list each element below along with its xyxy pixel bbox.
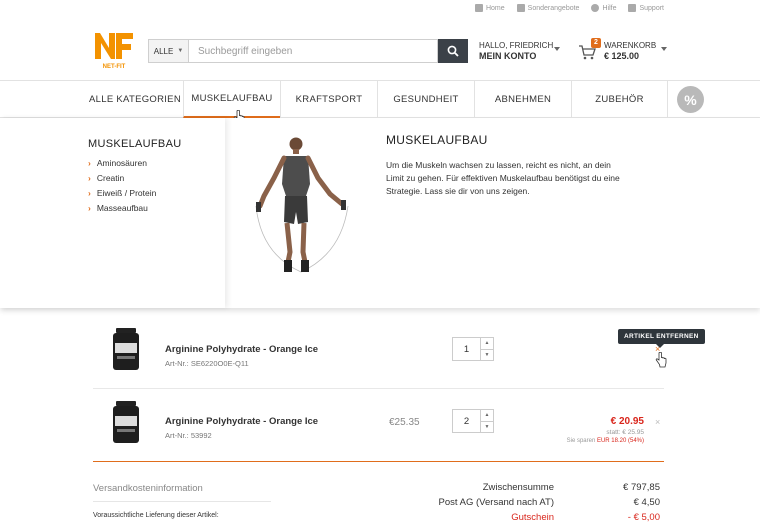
top-utility-bar: Home Sonderangebote Hilfe Support (0, 0, 760, 18)
utility-link-home[interactable]: Home (474, 4, 505, 12)
quantity-value[interactable]: 1 (453, 338, 480, 360)
voucher-label: Gutschein (511, 512, 554, 523)
voucher-value: - € 5,00 (627, 512, 660, 523)
quantity-up-icon[interactable]: ▲ (481, 410, 493, 421)
unit-price: €25.35 (389, 417, 420, 428)
old-price: statt: € 25.95 (606, 429, 644, 436)
subcategory-eiweiss-protein[interactable]: Eiweiß / Protein (88, 186, 157, 201)
product-name[interactable]: Arginine Polyhydrate - Orange Ice (165, 344, 318, 355)
quantity-stepper[interactable]: 1 ▲ ▼ (452, 337, 494, 361)
subtotal-value: € 797,85 (623, 482, 660, 493)
subcategory-list: Aminosäuren Creatin Eiweiß / Protein Mas… (88, 156, 157, 216)
savings-info: Sie sparen EUR 18.20 (54%) (566, 438, 644, 444)
product-art-nr: Art-Nr.: SE6220O0E-Q11 (165, 359, 249, 368)
shipping-divider (93, 501, 271, 502)
sale-percent-button[interactable]: % (677, 86, 704, 113)
account-menu[interactable]: HALLO, FRIEDRICH MEIN KONTO (479, 40, 560, 62)
search-category-select[interactable]: ALLE ▼ (148, 39, 188, 63)
mega-menu-dropdown: MUSKELAUFBAU Aminosäuren Creatin Eiweiß … (0, 118, 760, 308)
utility-link-help[interactable]: Hilfe (591, 4, 616, 12)
nav-muskelaufbau[interactable]: MUSKELAUFBAU (183, 81, 280, 118)
subcategory-aminosaeuren[interactable]: Aminosäuren (88, 156, 156, 171)
mega-heading: MUSKELAUFBAU (386, 133, 488, 147)
tag-icon (516, 4, 525, 12)
cart-count-badge: 2 (591, 38, 601, 48)
item-price: € 20.95 (610, 416, 644, 427)
athlete-jump-rope-image (255, 137, 349, 273)
subcategory-masseaufbau[interactable]: Masseaufbau (88, 201, 156, 216)
quantity-down-icon[interactable]: ▼ (481, 348, 493, 361)
cart-menu[interactable]: 2 WARENKORB € 125.00 (578, 38, 673, 62)
subcategory-creatin[interactable]: Creatin (88, 171, 156, 186)
shipping-cost-label: Post AG (Versand nach AT) (438, 497, 554, 508)
cart-row: Arginine Polyhydrate - Orange Ice Art-Nr… (93, 318, 664, 388)
main-navigation: ALLE KATEGORIEN MUSKELAUFBAU KRAFTSPORT … (0, 80, 760, 126)
nav-zubehoer[interactable]: ZUBEHÖR (571, 81, 668, 118)
cart-label: WARENKORB (604, 41, 657, 50)
chevron-down-icon: ▼ (177, 48, 184, 54)
utility-link-support[interactable]: Support (628, 4, 664, 12)
quantity-stepper[interactable]: 2 ▲ ▼ (452, 409, 494, 433)
mega-description: Um die Muskeln wachsen zu lassen, reicht… (386, 160, 620, 196)
remove-item-tooltip: ARTIKEL ENTFERNEN (618, 329, 705, 348)
mail-icon (628, 4, 637, 12)
subcategory-panel: MUSKELAUFBAU Aminosäuren Creatin Eiweiß … (0, 118, 225, 308)
shipping-note: Voraussichtliche Lieferung dieser Artike… (93, 512, 219, 519)
utility-links: Home Sonderangebote Hilfe Support (474, 4, 664, 12)
product-thumbnail[interactable] (111, 328, 141, 370)
search-input[interactable] (188, 39, 438, 63)
subtotal-label: Zwischensumme (482, 482, 554, 493)
quantity-down-icon[interactable]: ▼ (481, 420, 493, 433)
logo-subtext: NET-FIT (103, 64, 126, 70)
cart-total: € 125.00 (604, 51, 640, 61)
nav-all-categories[interactable]: ALLE KATEGORIEN (87, 81, 183, 118)
subcategory-title: MUSKELAUFBAU (88, 138, 182, 150)
shipping-info-title[interactable]: Versandkosteninformation (93, 483, 203, 494)
nav-gesundheit[interactable]: GESUNDHEIT (377, 81, 474, 118)
product-art-nr: Art-Nr.: 53992 (165, 431, 212, 440)
help-icon (591, 4, 600, 12)
hand-cursor-icon (655, 352, 667, 368)
remove-item-button[interactable]: × (655, 417, 660, 427)
netfit-logo[interactable]: NET-FIT (93, 29, 135, 71)
product-thumbnail[interactable] (111, 401, 141, 443)
nav-abnehmen[interactable]: ABNEHMEN (474, 81, 571, 118)
quantity-up-icon[interactable]: ▲ (481, 338, 493, 349)
account-label: MEIN KONTO (479, 51, 537, 61)
chevron-down-icon (661, 47, 667, 51)
cart-row: Arginine Polyhydrate - Orange Ice Art-Nr… (93, 389, 664, 461)
quantity-value[interactable]: 2 (453, 410, 480, 432)
search-icon (447, 45, 459, 57)
nav-kraftsport[interactable]: KRAFTSPORT (280, 81, 377, 118)
cart-list-end-divider (93, 461, 664, 462)
account-greeting: HALLO, FRIEDRICH (479, 41, 554, 50)
utility-link-offers[interactable]: Sonderangebote (516, 4, 579, 12)
product-name[interactable]: Arginine Polyhydrate - Orange Ice (165, 416, 318, 427)
home-icon (474, 4, 483, 12)
search-bar: ALLE ▼ (148, 39, 468, 63)
shipping-cost-value: € 4,50 (633, 497, 660, 508)
search-button[interactable] (438, 39, 468, 63)
chevron-down-icon (554, 47, 560, 51)
